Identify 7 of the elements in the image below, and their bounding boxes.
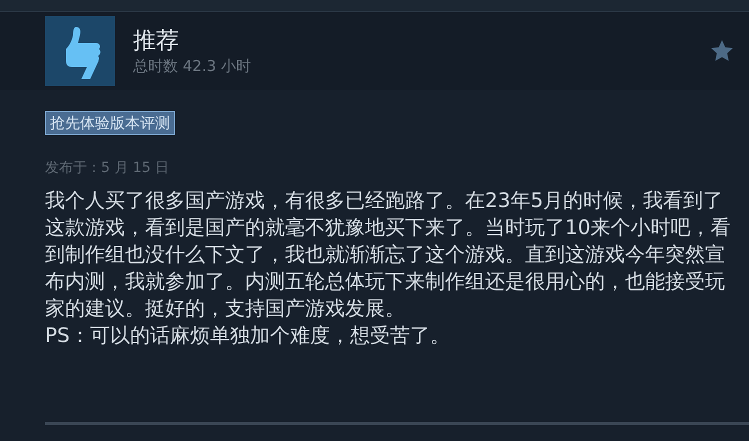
playtime-text: 总时数 42.3 小时 — [133, 56, 251, 76]
early-access-tag: 抢先体验版本评测 — [45, 111, 175, 135]
verdict-title: 推荐 — [133, 27, 180, 56]
posted-date: 发布于：5 月 15 日 — [45, 160, 170, 176]
thumbs-up-icon — [45, 16, 115, 86]
review-paragraph: 我个人买了很多国产游戏，有很多已经跑路了。在23年5月的时候，我看到了这款游戏，看到是国产的就毫不犹豫地买下来了。当时玩了10来个小时吧，看到制作组也没什么下文了，我也就渐渐忘了这个游戏。直到这游戏今年突然宣布内测，我就参加了。内测五轮总体玩下来制作组还是很用心的，也能接受玩家的建议。挺好的，支持国产游戏发展。 — [45, 187, 732, 322]
review-paragraph: PS：可以的话麻烦单独加个难度，想受苦了。 — [45, 322, 451, 349]
